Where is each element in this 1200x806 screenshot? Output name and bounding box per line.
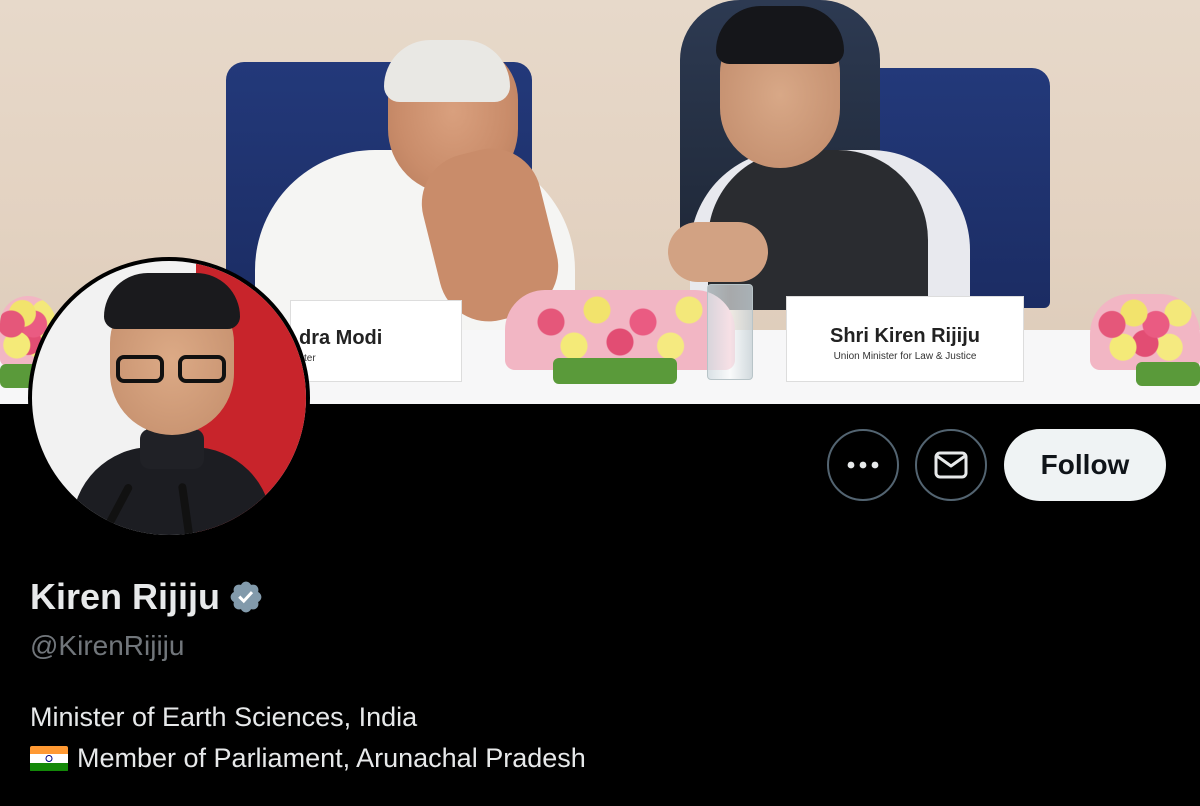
nameplate-left: dra Modi ster xyxy=(290,300,462,382)
more-icon xyxy=(847,461,879,469)
avatar-collar xyxy=(140,429,204,469)
flower-pot-center xyxy=(553,358,677,384)
name-row: Kiren Rijiju xyxy=(30,576,264,618)
person-right-hair xyxy=(716,6,844,64)
nameplate-left-sub: ster xyxy=(299,353,316,364)
message-button[interactable] xyxy=(915,429,987,501)
avatar-photo xyxy=(32,261,306,535)
flower-arrangement-right xyxy=(1090,294,1200,370)
avatar-glasses xyxy=(116,355,230,385)
nameplate-right-main: Shri Kiren Rijiju xyxy=(829,325,981,347)
more-button[interactable] xyxy=(827,429,899,501)
person-right-hand xyxy=(668,222,768,282)
profile-avatar[interactable] xyxy=(28,257,310,539)
bio-line-1: Minister of Earth Sciences, India xyxy=(30,702,418,732)
follow-button[interactable]: Follow xyxy=(1004,429,1166,501)
india-flag-icon xyxy=(30,745,68,772)
bio-line-2-text: Member of Parliament, Arunachal Pradesh xyxy=(77,743,586,773)
person-left-hair xyxy=(384,40,510,102)
display-name: Kiren Rijiju xyxy=(30,576,221,617)
nameplate-right: Shri Kiren Rijiju Union Minister for Law… xyxy=(786,296,1024,382)
verified-badge-icon xyxy=(230,581,262,613)
flower-pot-right xyxy=(1136,362,1200,386)
avatar-hair xyxy=(104,273,240,329)
user-handle: @KirenRijiju xyxy=(30,630,185,661)
mail-icon xyxy=(934,451,968,479)
nameplate-right-sub: Union Minister for Law & Justice xyxy=(833,351,977,362)
bio-line-2: Member of Parliament, Arunachal Pradesh xyxy=(30,743,586,774)
nameplate-left-main: dra Modi xyxy=(299,327,383,349)
water-glass xyxy=(707,284,753,380)
